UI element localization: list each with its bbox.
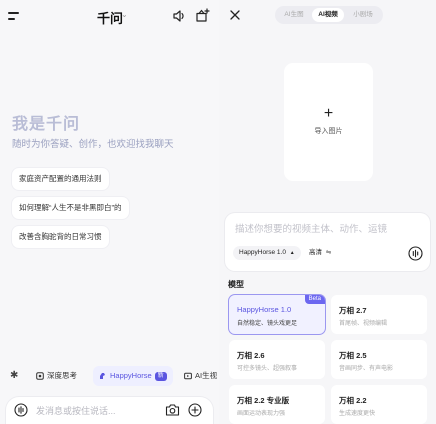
message-input[interactable] (36, 397, 156, 424)
suggestion-chip[interactable]: 改善含胸驼背的日常习惯 (12, 226, 109, 248)
model-card-wanxiang-2-2[interactable]: 万相 2.2 生成速度更快 (331, 385, 427, 424)
model-section-title: 模型 (228, 280, 244, 289)
suggestion-chip[interactable]: 家庭资产配置的通用法则 (12, 168, 109, 190)
hero-title: 我是千问 (12, 116, 81, 133)
video-generation-panel: AI生图 AI视频 小剧场 + 导入图片 HappyHorse 1.0 ▲ 高清… (219, 0, 436, 424)
model-select[interactable]: HappyHorse 1.0 ▲ (233, 246, 301, 260)
beta-badge: Beta (304, 295, 325, 304)
model-name: 万相 2.7 (339, 306, 367, 315)
happyhorse-label: HappyHorse (110, 371, 152, 380)
app-title[interactable]: 千问 (97, 8, 123, 27)
model-desc: 画面运动表现力强 (237, 411, 286, 417)
model-card-wanxiang-2-5[interactable]: 万相 2.5 音画同步、有声电影 (331, 340, 427, 379)
happyhorse-chip[interactable]: HappyHorse 新 (93, 366, 173, 386)
model-desc: 音画同步、有声电影 (339, 366, 394, 372)
deep-think-label: 深度思考 (47, 371, 77, 380)
swap-icon: ⇋ (325, 249, 332, 256)
model-desc: 生成速度更快 (339, 411, 376, 417)
video-icon (184, 372, 192, 380)
model-card-wanxiang-2-2-pro[interactable]: 万相 2.2 专业版 画面运动表现力强 (229, 385, 325, 424)
caret-up-icon: ▲ (289, 250, 295, 256)
chat-panel: 千问 ⌄ 我是千问 随时为你答疑、创作，也欢迎找我聊天 家庭资产配置的通用法则 … (0, 0, 219, 424)
horse-icon (100, 373, 105, 379)
plus-icon[interactable] (188, 403, 202, 417)
model-name: 万相 2.6 (237, 351, 265, 360)
model-name: 万相 2.2 专业版 (237, 396, 290, 405)
model-desc: 自然稳定、镜头戏更足 (237, 321, 298, 327)
tool-chip-bar: ✱ 深度思考 HappyHorse 新 AI生视 (6, 366, 219, 386)
menu-icon[interactable] (8, 11, 22, 21)
model-name: 万相 2.2 (339, 396, 367, 405)
close-icon[interactable] (229, 9, 241, 21)
sparkle-icon[interactable]: ✱ (10, 366, 18, 386)
new-chat-icon[interactable] (195, 8, 210, 23)
quality-select[interactable]: 高清 ⇋ (309, 246, 331, 260)
model-select-value: HappyHorse 1.0 (239, 249, 286, 256)
model-desc: 可控多镜头、超强叙事 (237, 366, 298, 372)
video-prompt-input[interactable] (235, 221, 415, 237)
import-image-label: 导入图片 (314, 128, 343, 135)
hero-subtitle: 随时为你答疑、创作，也欢迎找我聊天 (12, 139, 174, 150)
mode-tabs: AI生图 AI视频 小剧场 (275, 6, 383, 24)
chevron-down-icon[interactable]: ⌄ (121, 10, 128, 19)
deep-think-chip[interactable]: 深度思考 (36, 366, 77, 386)
deep-think-icon (36, 372, 44, 380)
tab-theater[interactable]: 小剧场 (347, 8, 379, 22)
chat-header: 千问 ⌄ (0, 0, 219, 34)
message-input-bar (6, 397, 213, 424)
voice-icon[interactable] (14, 403, 28, 417)
upload-plus-icon: + (323, 105, 334, 122)
model-card-happyhorse[interactable]: HappyHorse 1.0 自然稳定、镜头戏更足 Beta (229, 295, 325, 334)
import-image-button[interactable]: + 导入图片 (284, 63, 373, 181)
model-card-wanxiang-2-6[interactable]: 万相 2.6 可控多镜头、超强叙事 (229, 340, 325, 379)
quality-select-value: 高清 (309, 249, 322, 256)
ai-video-chip[interactable]: AI生视 (184, 366, 217, 386)
model-card-wanxiang-2-7[interactable]: 万相 2.7 首尾帧、视频编辑 (331, 295, 427, 334)
tab-ai-image[interactable]: AI生图 (278, 8, 310, 22)
new-badge: 新 (154, 372, 167, 381)
model-name: 万相 2.5 (339, 351, 367, 360)
camera-icon[interactable] (165, 403, 180, 417)
model-desc: 首尾帧、视频编辑 (339, 321, 388, 327)
speaker-icon[interactable] (172, 9, 186, 23)
model-name: HappyHorse 1.0 (237, 305, 292, 314)
ai-video-label: AI生视 (195, 371, 218, 380)
send-voice-icon[interactable] (408, 246, 423, 261)
prompt-box: HappyHorse 1.0 ▲ 高清 ⇋ (225, 213, 430, 271)
tab-ai-video[interactable]: AI视频 (312, 8, 344, 22)
suggestion-chip[interactable]: 如何理解“人生不是非黑即白”的 (12, 197, 129, 219)
